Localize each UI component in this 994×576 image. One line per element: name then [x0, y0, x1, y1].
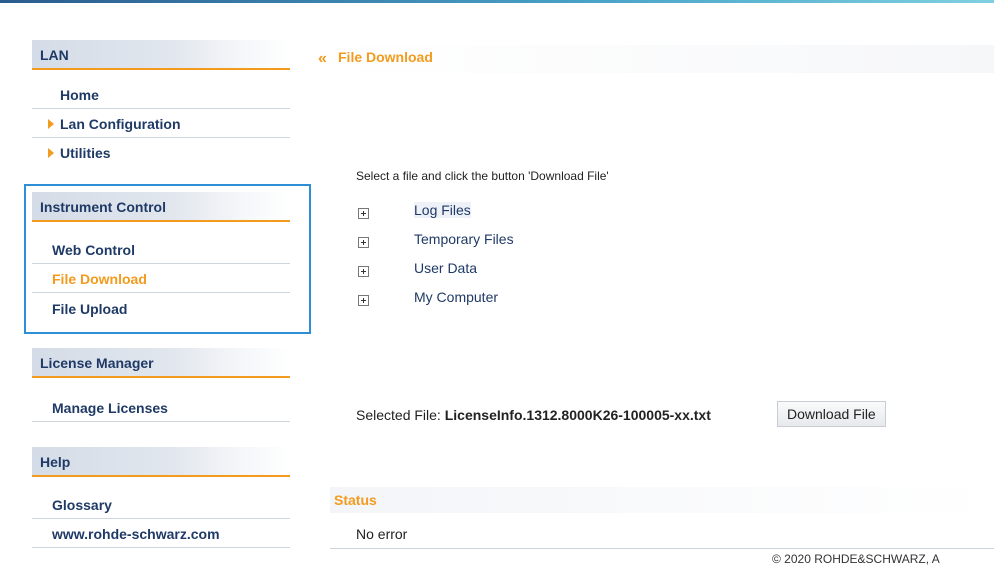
tree-item-label[interactable]: User Data [414, 260, 477, 276]
selected-file-row: Selected File: LicenseInfo.1312.8000K26-… [356, 407, 711, 423]
sidebar-item-lan-configuration[interactable]: Lan Configuration [32, 110, 290, 138]
status-divider [330, 548, 994, 549]
selected-file-label: Selected File: [356, 407, 441, 423]
back-arrow-icon[interactable]: « [318, 50, 327, 68]
section-header-instrument-control: Instrument Control [32, 192, 290, 222]
expand-plus-icon[interactable] [358, 208, 369, 219]
sidebar-item-label: Utilities [60, 145, 111, 161]
expand-arrow-icon [48, 148, 54, 158]
sidebar-item-manage-licenses[interactable]: Manage Licenses [32, 394, 290, 422]
expand-plus-icon[interactable] [358, 295, 369, 306]
tree-item-label[interactable]: My Computer [414, 289, 498, 305]
download-file-button[interactable]: Download File [777, 401, 886, 427]
sidebar-item-label: www.rohde-schwarz.com [52, 526, 220, 542]
status-header: Status [330, 487, 994, 513]
sidebar-item-home[interactable]: Home [32, 81, 290, 109]
breadcrumb: File Download [338, 49, 433, 65]
copyright-text: © 2020 ROHDE&SCHWARZ, A [772, 552, 940, 566]
sidebar-item-label: Glossary [52, 497, 112, 513]
selected-file-name: LicenseInfo.1312.8000K26-100005-xx.txt [444, 407, 711, 423]
section-header-help: Help [32, 447, 290, 477]
sidebar-item-label: Manage Licenses [52, 400, 168, 416]
section-header-license-manager: License Manager [32, 348, 290, 378]
tree-item-label[interactable]: Temporary Files [414, 231, 514, 247]
sidebar-item-utilities[interactable]: Utilities [32, 139, 290, 167]
expand-plus-icon[interactable] [358, 266, 369, 277]
sidebar-item-file-download[interactable]: File Download [32, 265, 290, 293]
tree-item-label[interactable]: Log Files [414, 202, 471, 218]
sidebar-item-label: Web Control [52, 242, 135, 258]
main-content: « File Download Select a file and click … [318, 3, 994, 576]
sidebar-item-label: Lan Configuration [60, 116, 181, 132]
sidebar-item-glossary[interactable]: Glossary [32, 491, 290, 519]
expand-arrow-icon [48, 119, 54, 129]
expand-plus-icon[interactable] [358, 237, 369, 248]
status-text: No error [356, 526, 408, 542]
sidebar-item-label: File Upload [52, 301, 128, 317]
sidebar-item-label: File Download [52, 271, 147, 287]
sidebar-item-rohde-schwarz-link[interactable]: www.rohde-schwarz.com [32, 520, 290, 548]
sidebar-item-web-control[interactable]: Web Control [32, 236, 290, 264]
section-header-lan: LAN [32, 40, 290, 70]
sidebar: LAN Home Lan Configuration Utilities Ins… [0, 3, 318, 576]
instruction-text: Select a file and click the button 'Down… [356, 169, 609, 183]
sidebar-item-file-upload[interactable]: File Upload [32, 295, 290, 323]
sidebar-item-label: Home [60, 87, 99, 103]
